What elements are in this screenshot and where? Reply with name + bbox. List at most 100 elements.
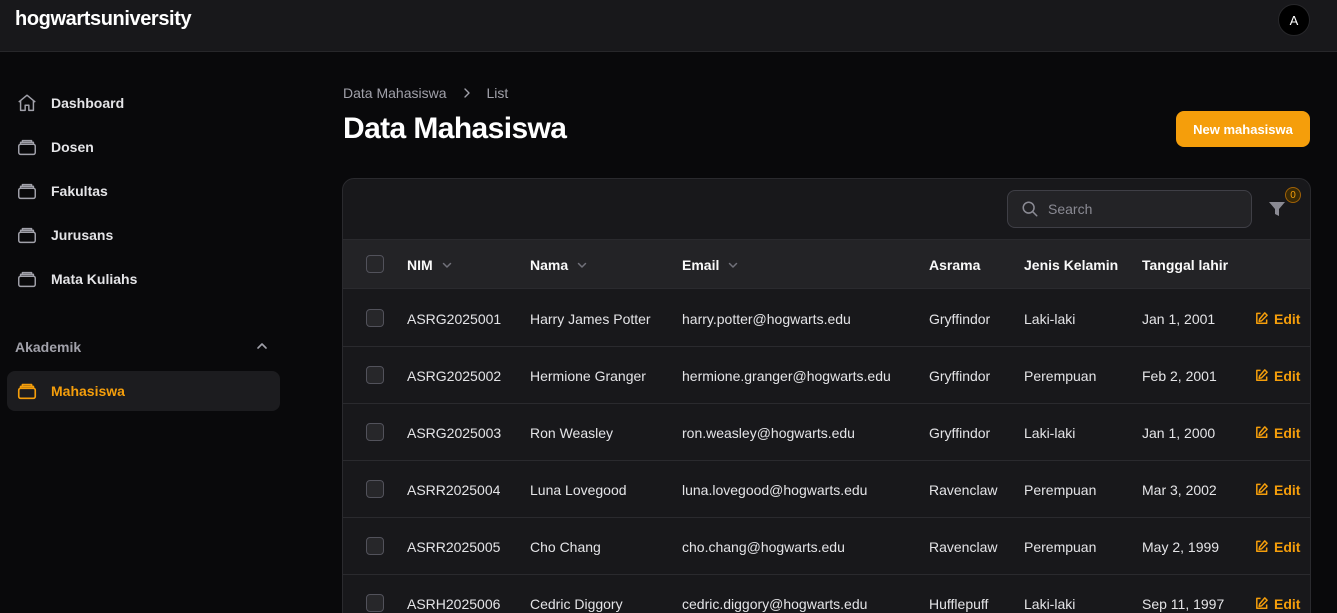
table-row: ASRR2025004 Luna Lovegood luna.lovegood@… [343, 461, 1310, 518]
column-label: Asrama [929, 256, 981, 273]
cell-email: cedric.diggory@hogwarts.edu [682, 595, 868, 612]
cell-tanggal-lahir: Feb 2, 2001 [1142, 367, 1217, 384]
edit-label: Edit [1274, 424, 1301, 441]
edit-icon [1254, 539, 1269, 554]
cell-asrama: Gryffindor [929, 310, 991, 327]
row-checkbox[interactable] [366, 594, 384, 612]
cell-jenis-kelamin: Perempuan [1024, 367, 1097, 384]
new-mahasiswa-button[interactable]: New mahasiswa [1176, 111, 1310, 147]
cell-nama: Cedric Diggory [530, 595, 623, 612]
sidebar-item-label: Mata Kuliahs [51, 271, 138, 287]
cell-email: harry.potter@hogwarts.edu [682, 310, 851, 327]
edit-button[interactable]: Edit [1254, 518, 1300, 575]
column-header-email[interactable]: Email [682, 240, 739, 289]
breadcrumb: Data Mahasiswa List [343, 85, 508, 101]
sidebar-item-label: Jurusans [51, 227, 114, 243]
chevron-down-icon [441, 259, 453, 271]
table-card: 0 NIM Nama Email Asrama Jenis Kelamin Ta… [342, 178, 1311, 613]
sidebar-item-fakultas[interactable]: Fakultas [7, 171, 280, 211]
sidebar-item-label: Dosen [51, 139, 94, 155]
cell-asrama: Gryffindor [929, 424, 991, 441]
cell-email: cho.chang@hogwarts.edu [682, 538, 845, 555]
cell-nama: Luna Lovegood [530, 481, 627, 498]
topbar: hogwartsuniversity A [0, 0, 1337, 52]
edit-label: Edit [1274, 538, 1301, 555]
edit-button[interactable]: Edit [1254, 461, 1300, 518]
edit-icon [1254, 482, 1269, 497]
search-input[interactable] [1048, 201, 1228, 217]
sidebar-item-mata-kuliahs[interactable]: Mata Kuliahs [7, 259, 280, 299]
chevron-up-icon[interactable] [254, 338, 270, 354]
cell-tanggal-lahir: Jan 1, 2001 [1142, 310, 1216, 327]
edit-label: Edit [1274, 595, 1301, 612]
page-title: Data Mahasiswa [343, 112, 567, 145]
sidebar-group-label[interactable]: Akademik [15, 339, 81, 355]
edit-button[interactable]: Edit [1254, 347, 1300, 404]
sidebar-item-dosen[interactable]: Dosen [7, 127, 280, 167]
select-all-checkbox[interactable] [366, 255, 384, 273]
column-header-tanggal-lahir: Tanggal lahir [1142, 240, 1228, 289]
table-row: ASRG2025003 Ron Weasley ron.weasley@hogw… [343, 404, 1310, 461]
breadcrumb-parent[interactable]: Data Mahasiswa [343, 85, 447, 101]
column-label: NIM [407, 256, 433, 273]
folder-icon [16, 268, 38, 290]
column-label: Jenis Kelamin [1024, 256, 1119, 273]
cell-jenis-kelamin: Laki-laki [1024, 424, 1076, 441]
folder-icon [16, 380, 38, 402]
row-checkbox[interactable] [366, 480, 384, 498]
row-checkbox[interactable] [366, 309, 384, 327]
edit-icon [1254, 596, 1269, 611]
cell-asrama: Ravenclaw [929, 481, 998, 498]
cell-jenis-kelamin: Perempuan [1024, 481, 1097, 498]
row-checkbox[interactable] [366, 537, 384, 555]
folder-icon [16, 180, 38, 202]
edit-button[interactable]: Edit [1254, 404, 1300, 461]
chevron-down-icon [576, 259, 588, 271]
sidebar-item-label: Fakultas [51, 183, 108, 199]
sidebar-item-label: Dashboard [51, 95, 125, 111]
column-header-nim[interactable]: NIM [407, 240, 453, 289]
filter-count-badge: 0 [1285, 187, 1301, 203]
cell-tanggal-lahir: Mar 3, 2002 [1142, 481, 1217, 498]
edit-button[interactable]: Edit [1254, 575, 1300, 613]
cell-nim: ASRH2025006 [407, 595, 501, 612]
sidebar: Dashboard Dosen Fakultas Jurusans Mata K… [0, 53, 296, 613]
sidebar-item-mahasiswa[interactable]: Mahasiswa [7, 371, 280, 411]
cell-email: hermione.granger@hogwarts.edu [682, 367, 891, 384]
cell-tanggal-lahir: Jan 1, 2000 [1142, 424, 1216, 441]
cell-nim: ASRG2025002 [407, 367, 502, 384]
edit-button[interactable]: Edit [1254, 290, 1300, 347]
column-header-nama[interactable]: Nama [530, 240, 588, 289]
search-box[interactable] [1007, 190, 1252, 228]
cell-asrama: Ravenclaw [929, 538, 998, 555]
column-header-asrama: Asrama [929, 240, 980, 289]
cell-jenis-kelamin: Perempuan [1024, 538, 1097, 555]
column-label: Nama [530, 256, 569, 273]
table-row: ASRH2025006 Cedric Diggory cedric.diggor… [343, 575, 1310, 613]
cell-nama: Cho Chang [530, 538, 601, 555]
row-checkbox[interactable] [366, 423, 384, 441]
table-header: NIM Nama Email Asrama Jenis Kelamin Tang… [343, 240, 1310, 289]
cell-tanggal-lahir: Sep 11, 1997 [1142, 595, 1225, 612]
sidebar-item-dashboard[interactable]: Dashboard [7, 83, 280, 123]
chevron-right-icon [461, 87, 473, 99]
edit-icon [1254, 311, 1269, 326]
chevron-down-icon [727, 259, 739, 271]
table-row: ASRR2025005 Cho Chang cho.chang@hogwarts… [343, 518, 1310, 575]
edit-icon [1254, 368, 1269, 383]
user-avatar[interactable]: A [1278, 4, 1310, 36]
sidebar-item-label: Mahasiswa [51, 383, 125, 399]
filter-icon[interactable] [1267, 199, 1287, 219]
sidebar-item-jurusans[interactable]: Jurusans [7, 215, 280, 255]
table-row: ASRG2025002 Hermione Granger hermione.gr… [343, 347, 1310, 404]
brand-logo[interactable]: hogwartsuniversity [15, 8, 192, 31]
row-checkbox[interactable] [366, 366, 384, 384]
cell-nim: ASRG2025003 [407, 424, 502, 441]
cell-tanggal-lahir: May 2, 1999 [1142, 538, 1220, 555]
column-label: Tanggal lahir [1142, 256, 1229, 273]
cell-nama: Harry James Potter [530, 310, 651, 327]
cell-nim: ASRR2025005 [407, 538, 501, 555]
cell-asrama: Gryffindor [929, 367, 991, 384]
cell-nim: ASRG2025001 [407, 310, 502, 327]
folder-icon [16, 136, 38, 158]
